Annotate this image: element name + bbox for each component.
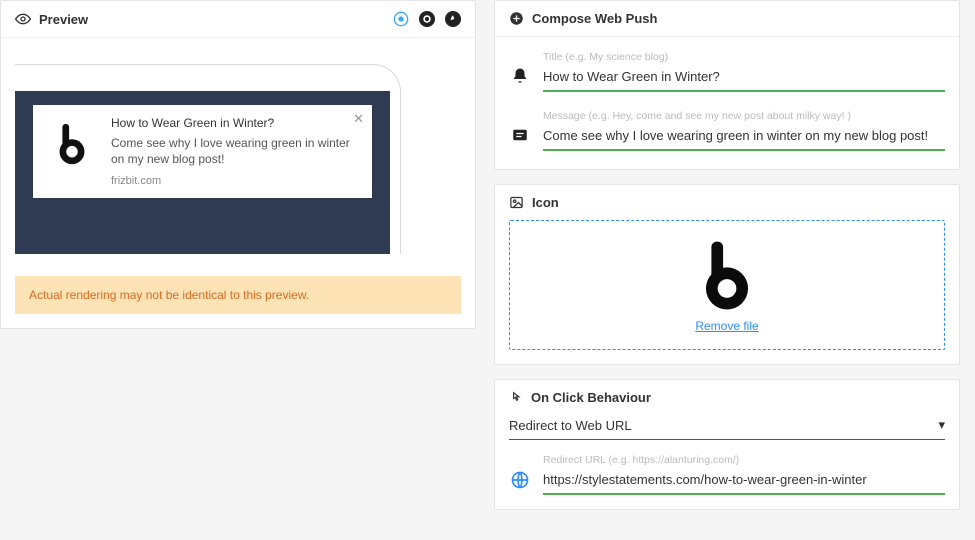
safari-icon[interactable] bbox=[445, 11, 461, 27]
icon-title: Icon bbox=[532, 195, 559, 210]
firefox-icon[interactable] bbox=[419, 11, 435, 27]
title-hint: Title (e.g. My science blog) bbox=[543, 51, 945, 63]
onclick-header: On Click Behaviour bbox=[495, 380, 959, 407]
chevron-down-icon: ▾ bbox=[938, 417, 945, 433]
device-screen: How to Wear Green in Winter? Come see wh… bbox=[15, 91, 390, 254]
message-icon bbox=[509, 110, 531, 144]
url-hint: Redirect URL (e.g. https://alanturing.co… bbox=[543, 454, 945, 466]
preview-header: Preview bbox=[1, 1, 475, 38]
preview-warning: Actual rendering may not be identical to… bbox=[15, 276, 461, 314]
plus-circle-icon bbox=[509, 11, 524, 26]
onclick-card: On Click Behaviour Redirect to Web URL ▾… bbox=[494, 379, 960, 510]
icon-header: Icon bbox=[495, 185, 959, 214]
device-frame: How to Wear Green in Winter? Come see wh… bbox=[15, 64, 401, 254]
image-icon bbox=[509, 195, 524, 210]
pointer-icon bbox=[509, 391, 523, 405]
onclick-title: On Click Behaviour bbox=[531, 390, 651, 405]
compose-title: Compose Web Push bbox=[532, 11, 657, 26]
icon-dropzone[interactable]: Remove file bbox=[509, 220, 945, 350]
bell-icon bbox=[509, 51, 531, 85]
globe-icon bbox=[509, 454, 531, 490]
title-input[interactable] bbox=[543, 65, 945, 92]
redirect-url-input[interactable] bbox=[543, 468, 945, 495]
remove-file-link[interactable]: Remove file bbox=[695, 319, 758, 333]
redirect-select[interactable]: Redirect to Web URL ▾ bbox=[509, 413, 945, 440]
icon-card: Icon Remove file bbox=[494, 184, 960, 365]
preview-card: Preview bbox=[0, 0, 476, 329]
uploaded-icon bbox=[688, 237, 766, 315]
compose-header: Compose Web Push bbox=[495, 1, 959, 37]
browser-icons bbox=[393, 11, 461, 27]
eye-icon bbox=[15, 11, 31, 27]
chrome-icon[interactable] bbox=[393, 11, 409, 27]
preview-title: Preview bbox=[39, 12, 88, 27]
notification-domain: frizbit.com bbox=[111, 174, 362, 189]
redirect-select-value: Redirect to Web URL bbox=[509, 418, 632, 433]
close-icon[interactable]: ✕ bbox=[353, 111, 364, 127]
notification-title: How to Wear Green in Winter? bbox=[111, 115, 362, 131]
message-input[interactable] bbox=[543, 124, 945, 151]
compose-card: Compose Web Push Title (e.g. My science … bbox=[494, 0, 960, 170]
notification-preview: How to Wear Green in Winter? Come see wh… bbox=[33, 105, 372, 198]
notification-icon bbox=[43, 115, 101, 173]
message-hint: Message (e.g. Hey, come and see my new p… bbox=[543, 110, 945, 122]
notification-message: Come see why I love wearing green in win… bbox=[111, 135, 362, 167]
